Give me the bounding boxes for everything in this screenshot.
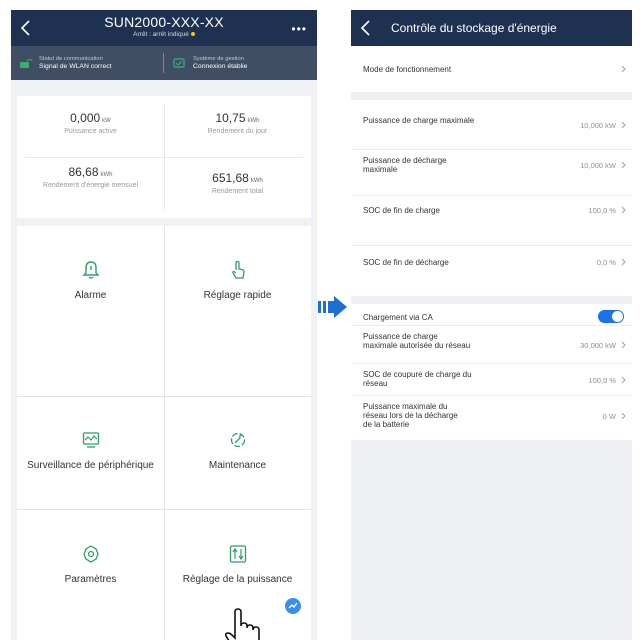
setting-label: SOC de fin de charge bbox=[363, 206, 440, 215]
chevron-right-icon bbox=[621, 341, 626, 349]
toggle-knob bbox=[612, 311, 623, 322]
setting-value: 0 W bbox=[602, 412, 616, 421]
yield-stats-card: 0,000 kW Puissance active 10,75 kWh Rendem… bbox=[17, 96, 311, 218]
tile-label: Maintenance bbox=[208, 460, 267, 471]
floating-chart-button[interactable] bbox=[285, 598, 301, 614]
stat-caption: Rendement d'énergie mensuel bbox=[42, 182, 139, 189]
setting-label: Puissance de charge maximale autorisée d… bbox=[363, 332, 471, 350]
pointing-hand-icon bbox=[224, 608, 260, 640]
monitor-icon bbox=[82, 432, 99, 448]
device-status-subtitle: Arrêt : arrêt indiqué bbox=[11, 31, 317, 38]
stat-value: 0,000 bbox=[70, 111, 101, 125]
stat-caption: Rendement total bbox=[211, 188, 264, 195]
gear-icon bbox=[82, 545, 99, 563]
status-dot-icon bbox=[190, 32, 195, 37]
settings-section: Mode de fonctionnement bbox=[351, 46, 632, 92]
stat-caption: Puissance active bbox=[64, 128, 117, 135]
setting-value: 10,000 kW bbox=[580, 121, 616, 130]
stat-daily-yield: 10,75 kWh Rendement du jour bbox=[164, 96, 311, 157]
stat-unit: kWh bbox=[247, 118, 260, 124]
stat-unit: kW bbox=[102, 118, 111, 124]
chevron-right-icon bbox=[621, 206, 626, 214]
setting-value: 30,000 kW bbox=[580, 341, 616, 350]
setting-row-max-grid-charge-power[interactable]: Puissance de charge maximale autorisée d… bbox=[351, 326, 632, 364]
tile-quick-setup[interactable]: Réglage rapide bbox=[164, 226, 311, 338]
setting-value: 0,0 % bbox=[596, 258, 616, 267]
setting-row-max-grid-power-discharge[interactable]: Puissance maximale du réseau lors de la … bbox=[351, 396, 632, 440]
sliders-icon bbox=[229, 545, 246, 563]
management-status-value: Connexion établie bbox=[193, 63, 248, 70]
setting-row-end-of-discharge-soc[interactable]: SOC de fin de décharge 0,0 % bbox=[351, 246, 632, 296]
inverter-home-screen: SUN2000-XXX-XX Arrêt : arrêt indiqué •••… bbox=[11, 10, 317, 640]
management-status-label: Système de gestion bbox=[193, 56, 244, 62]
communication-status: Statut de communication Signal de WLAN c… bbox=[19, 46, 112, 80]
transition-arrow-icon bbox=[318, 296, 347, 318]
tile-label: Alarme bbox=[74, 290, 107, 301]
function-grid: Alarme Réglage rapide Surveillance de pé… bbox=[17, 226, 311, 640]
tile-label: Surveillance de périphérique bbox=[27, 460, 154, 471]
stat-caption: Rendement du jour bbox=[207, 128, 268, 135]
setting-value: 100,0 % bbox=[588, 376, 616, 385]
setting-row-ac-charging: Chargement via CA bbox=[351, 304, 632, 326]
setting-label: Puissance maximale du réseau lors de la … bbox=[363, 402, 458, 429]
chevron-right-icon bbox=[621, 121, 626, 129]
chart-icon bbox=[288, 602, 298, 609]
stat-total-yield: 651,68 kWh Rendement total bbox=[164, 157, 311, 218]
communication-status-label: Statut de communication bbox=[39, 56, 103, 62]
tile-label: Réglage rapide bbox=[203, 290, 272, 301]
status-divider bbox=[163, 53, 164, 73]
stat-active-power: 0,000 kW Puissance active bbox=[17, 96, 164, 157]
app-header: SUN2000-XXX-XX Arrêt : arrêt indiqué ••• bbox=[11, 10, 317, 46]
setting-row-grid-charge-cutoff-soc[interactable]: SOC de coupure de charge du réseau 100,0… bbox=[351, 364, 632, 396]
bell-icon bbox=[81, 261, 100, 279]
stat-value: 86,68 bbox=[68, 165, 99, 179]
setting-value: 10,000 kW bbox=[580, 161, 616, 170]
chevron-right-icon bbox=[621, 412, 626, 420]
connection-status-bar: Statut de communication Signal de WLAN c… bbox=[11, 46, 317, 80]
wrench-icon bbox=[230, 432, 245, 448]
setting-label: Puissance de charge maximale bbox=[363, 116, 475, 125]
chevron-right-icon bbox=[621, 258, 626, 266]
stat-monthly-yield: 86,68 kWh Rendement d'énergie mensuel bbox=[17, 157, 164, 218]
tile-label: Paramètres bbox=[64, 574, 117, 585]
device-title: SUN2000-XXX-XX bbox=[104, 14, 224, 30]
tile-device-monitoring[interactable]: Surveillance de périphérique bbox=[17, 396, 164, 508]
page-title: Contrôle du stockage d'énergie bbox=[391, 21, 557, 35]
setting-row-max-charge-power[interactable]: Puissance de charge maximale 10,000 kW bbox=[351, 100, 632, 150]
stat-value: 651,68 bbox=[212, 171, 249, 185]
wifi-status-icon bbox=[20, 59, 33, 68]
communication-status-value: Signal de WLAN correct bbox=[39, 63, 112, 70]
management-status-icon bbox=[173, 58, 185, 68]
settings-section: Puissance de charge maximale 10,000 kW P… bbox=[351, 100, 632, 296]
setting-label: SOC de fin de décharge bbox=[363, 258, 449, 267]
setting-label: SOC de coupure de charge du réseau bbox=[363, 370, 472, 388]
app-header: Contrôle du stockage d'énergie bbox=[351, 10, 632, 46]
setting-label: Chargement via CA bbox=[363, 313, 433, 322]
tap-hand-icon bbox=[231, 260, 245, 279]
stat-unit: kWh bbox=[100, 172, 113, 178]
setting-row-operating-mode[interactable]: Mode de fonctionnement bbox=[351, 46, 632, 92]
energy-storage-control-screen: Contrôle du stockage d'énergie Mode de f… bbox=[351, 10, 632, 640]
tile-label: Réglage de la puissance bbox=[182, 574, 293, 585]
setting-value: 100,0 % bbox=[588, 206, 616, 215]
setting-row-end-of-charge-soc[interactable]: SOC de fin de charge 100,0 % bbox=[351, 196, 632, 246]
stat-value: 10,75 bbox=[215, 111, 246, 125]
chevron-right-icon bbox=[621, 376, 626, 384]
chevron-right-icon bbox=[621, 161, 626, 169]
setting-row-max-discharge-power[interactable]: Puissance de décharge maximale 10,000 kW bbox=[351, 150, 632, 196]
setting-label: Puissance de décharge maximale bbox=[363, 156, 447, 174]
stat-unit: kWh bbox=[250, 178, 263, 184]
ac-charging-toggle[interactable] bbox=[598, 310, 624, 323]
tile-settings[interactable]: Paramètres bbox=[17, 510, 164, 622]
settings-section: Chargement via CA Puissance de charge ma… bbox=[351, 304, 632, 440]
back-arrow-icon[interactable] bbox=[359, 18, 373, 38]
management-status: Système de gestion Connexion établie bbox=[173, 46, 247, 80]
tile-alarm[interactable]: Alarme bbox=[17, 226, 164, 338]
more-options-icon[interactable]: ••• bbox=[291, 22, 307, 36]
setting-label: Mode de fonctionnement bbox=[363, 65, 452, 74]
tile-maintenance[interactable]: Maintenance bbox=[164, 396, 311, 508]
chevron-right-icon bbox=[621, 65, 626, 73]
